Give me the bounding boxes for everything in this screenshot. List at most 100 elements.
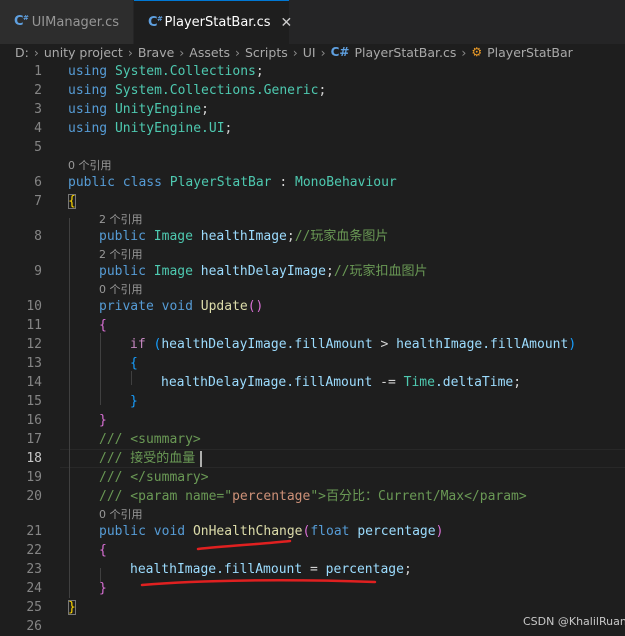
chevron-right-icon: › xyxy=(461,44,467,60)
chevron-right-icon: › xyxy=(179,44,185,60)
code-line: { xyxy=(99,316,107,335)
codelens-references[interactable]: 0 个引用 xyxy=(99,507,143,522)
comment: //玩家扣血图片 xyxy=(333,264,428,279)
breadcrumb-item[interactable]: PlayerStatBar xyxy=(487,45,573,60)
text-cursor xyxy=(200,451,202,467)
doc-comment: /// 接受的血量 xyxy=(99,451,196,466)
csharp-file-icon: C# xyxy=(14,14,29,29)
chevron-right-icon: › xyxy=(127,44,133,60)
code-line: } xyxy=(130,392,138,411)
tab-uimanager[interactable]: C # UIManager.cs xyxy=(0,0,133,44)
keyword: public xyxy=(99,229,146,244)
identifier: healthImage xyxy=(130,562,217,577)
breadcrumb-item[interactable]: UI xyxy=(303,45,316,60)
brace: { xyxy=(130,356,138,371)
punct: ; xyxy=(255,64,264,79)
code-line: healthImage.fillAmount = percentage; xyxy=(130,560,412,579)
code-line: public Image healthDelayImage;//玩家扣血图片 xyxy=(99,262,427,281)
code-line: if (healthDelayImage.fillAmount > health… xyxy=(130,335,576,354)
brace: { xyxy=(68,194,76,209)
breadcrumb-item[interactable]: D: xyxy=(15,45,29,60)
paren: ) xyxy=(435,524,444,539)
line-number: 22 xyxy=(26,543,42,558)
line-number: 11 xyxy=(26,318,42,333)
code-line: { xyxy=(99,541,107,560)
field-name: healthImage xyxy=(200,229,287,244)
punct: ; xyxy=(201,102,209,117)
breadcrumb-item[interactable]: Brave xyxy=(138,45,174,60)
editor-tab-bar: C # UIManager.cs C # PlayerStatBar.cs ✕ xyxy=(0,0,625,44)
namespace: UnityEngine.UI xyxy=(114,121,225,136)
line-number: 13 xyxy=(26,356,42,371)
keyword: class xyxy=(122,175,162,190)
close-icon[interactable]: ✕ xyxy=(281,15,293,31)
code-line: } xyxy=(68,598,76,617)
doc-comment: /// <summary> xyxy=(99,432,201,447)
line-number: 2 xyxy=(34,83,42,98)
keyword: private xyxy=(99,299,154,314)
line-number: 7 xyxy=(34,194,42,209)
operator: > xyxy=(372,337,397,352)
property: .fillAmount xyxy=(286,337,373,352)
paren: ) xyxy=(568,337,577,352)
chevron-right-icon: › xyxy=(33,44,39,60)
namespace: UnityEngine xyxy=(114,102,202,117)
brace: } xyxy=(68,600,76,615)
brace: { xyxy=(99,543,107,558)
line-number: 20 xyxy=(26,489,42,504)
punct: : xyxy=(271,175,295,190)
line-number: 21 xyxy=(26,524,42,539)
indent-guide xyxy=(69,218,70,598)
csharp-file-icon: C# xyxy=(148,14,163,30)
punct: ; xyxy=(286,229,295,244)
punct: ; xyxy=(318,83,327,98)
codelens-references[interactable]: 2 个引用 xyxy=(99,247,143,262)
chevron-right-icon: › xyxy=(234,44,240,60)
property: .fillAmount xyxy=(482,337,569,352)
type: Image xyxy=(153,264,193,279)
code-line: using UnityEngine; xyxy=(68,100,209,119)
line-number: 24 xyxy=(26,581,42,596)
brace: } xyxy=(99,581,107,596)
line-number: 5 xyxy=(34,140,42,155)
breadcrumb-item[interactable]: unity project xyxy=(44,45,123,60)
punct: ; xyxy=(513,375,522,390)
doc-comment: /// </summary> xyxy=(99,470,209,485)
class-symbol-icon: ⚙ xyxy=(471,45,483,59)
codelens-references[interactable]: 2 个引用 xyxy=(99,212,143,227)
doc-attr-value: percentage xyxy=(232,489,311,504)
tab-playerstatbar[interactable]: C # PlayerStatBar.cs ✕ xyxy=(134,0,292,44)
line-number: 17 xyxy=(26,432,42,447)
codelens-references[interactable]: 0 个引用 xyxy=(99,282,143,297)
property: .deltaTime xyxy=(434,375,514,390)
comment: //玩家血条图片 xyxy=(294,229,389,244)
punct: ; xyxy=(326,264,334,279)
line-number: 8 xyxy=(34,229,42,244)
line-number: 3 xyxy=(34,102,42,117)
indent-guide xyxy=(100,333,101,405)
line-number: 25 xyxy=(26,600,42,615)
base-class: MonoBehaviour xyxy=(295,175,397,190)
code-line: public void OnHealthChange(float percent… xyxy=(99,522,443,541)
code-line: healthDelayImage.fillAmount -= Time.delt… xyxy=(161,373,521,392)
keyword: using xyxy=(68,121,108,136)
breadcrumb-item[interactable]: Assets xyxy=(189,45,230,60)
code-line: using UnityEngine.UI; xyxy=(68,119,232,138)
code-line: { xyxy=(68,192,76,211)
brace: { xyxy=(99,318,107,333)
breadcrumb-item[interactable]: Scripts xyxy=(245,45,288,60)
indent-guide xyxy=(131,371,132,385)
code-line: /// <summary> xyxy=(99,430,201,449)
keyword: public xyxy=(99,524,146,539)
line-number-current: 18 xyxy=(26,451,42,466)
code-line: } xyxy=(99,411,107,430)
codelens-references[interactable]: 0 个引用 xyxy=(68,158,112,173)
breadcrumb-item[interactable]: PlayerStatBar.cs xyxy=(354,45,456,60)
line-number: 4 xyxy=(34,121,42,136)
namespace: System.Collections xyxy=(114,64,256,79)
code-editor[interactable]: 1 2 3 4 5 6 7 8 9 10 11 12 13 14 15 16 1… xyxy=(0,61,625,636)
tab-label: PlayerStatBar.cs xyxy=(164,15,271,30)
field-name: healthDelayImage xyxy=(200,264,326,279)
line-number: 6 xyxy=(34,175,42,190)
line-number: 19 xyxy=(26,470,42,485)
